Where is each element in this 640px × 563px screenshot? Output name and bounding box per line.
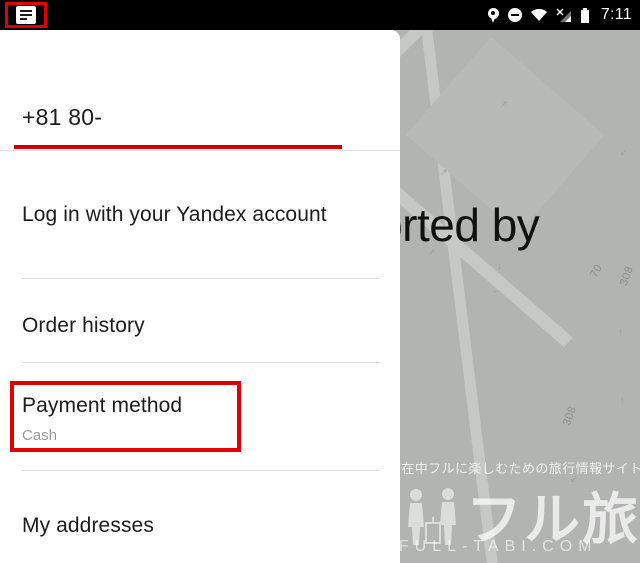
phone-screen: 70 308 308 ↗ ↗ ↗ ↙ → ↓ ← ↑ ↑ ↙ ported by… <box>0 0 640 563</box>
map-direction-arrow: ↑ <box>620 395 625 405</box>
divider <box>22 278 380 279</box>
status-bar: 7:11 <box>0 0 640 30</box>
battery-icon <box>580 7 589 23</box>
wifi-icon <box>530 9 547 21</box>
map-street-label: 70 <box>588 262 606 280</box>
map-direction-arrow: ← <box>492 285 501 295</box>
map-direction-arrow: ↙ <box>620 147 628 157</box>
payment-method-highlight-box <box>10 381 241 452</box>
phone-field-underline <box>14 145 342 149</box>
phone-number-field[interactable]: +81 80- <box>0 30 400 150</box>
location-pin-icon <box>487 7 499 23</box>
divider <box>22 470 380 471</box>
do-not-disturb-icon <box>507 8 522 22</box>
map-street-label: 308 <box>617 264 636 288</box>
navigation-drawer: +81 80- Log in with your Yandex account … <box>0 30 400 563</box>
cell-signal-no-service-icon <box>556 8 572 22</box>
map-direction-arrow: ↙ <box>570 474 578 484</box>
map-street-label: 308 <box>560 404 579 428</box>
status-bar-clock: 7:11 <box>600 6 632 23</box>
map-direction-arrow: ↗ <box>500 99 508 109</box>
drawer-item-login[interactable]: Log in with your Yandex account <box>0 180 400 270</box>
status-bar-icons: 7:11 <box>487 0 632 30</box>
drawer-item-my-addresses[interactable]: My addresses <box>0 492 400 562</box>
phone-number-input[interactable]: +81 80- <box>22 104 102 131</box>
map-direction-arrow: ↗ <box>440 167 448 177</box>
menu-button-highlight-box <box>5 2 47 28</box>
divider <box>22 362 380 363</box>
drawer-item-label: Log in with your Yandex account <box>22 203 327 226</box>
drawer-item-label: Order history <box>22 314 145 337</box>
divider <box>0 150 400 151</box>
map-direction-arrow: ↓ <box>497 261 502 271</box>
drawer-item-label: My addresses <box>22 514 154 537</box>
drawer-item-order-history[interactable]: Order history <box>0 292 400 362</box>
